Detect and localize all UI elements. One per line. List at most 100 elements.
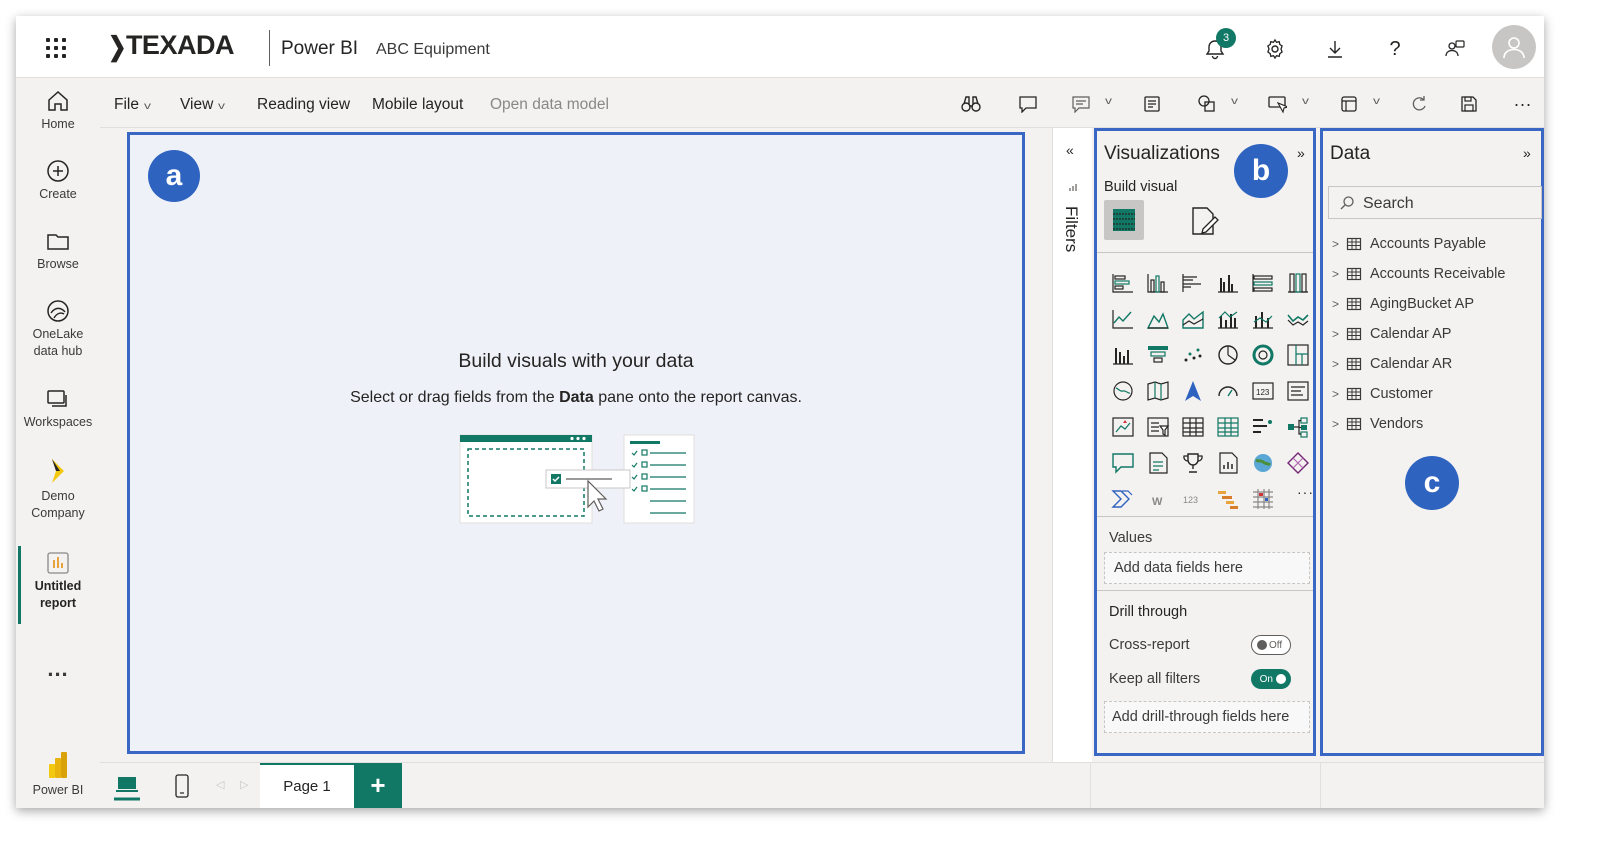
- chevron-right-icon[interactable]: >: [1332, 387, 1346, 401]
- report-canvas[interactable]: a Build visuals with your data Select or…: [127, 132, 1025, 754]
- chevron-down-icon[interactable]: v: [1373, 96, 1380, 107]
- treemap-icon[interactable]: [1280, 343, 1315, 367]
- ribbon-chart-icon[interactable]: [1245, 307, 1280, 331]
- build-visual-tab[interactable]: [1104, 200, 1144, 240]
- nav-untitled-report[interactable]: Untitled report: [16, 550, 100, 612]
- search-input[interactable]: Search: [1363, 195, 1414, 213]
- key-influencers-icon[interactable]: [1245, 415, 1280, 439]
- collapse-chevrons-icon[interactable]: »: [1523, 145, 1531, 161]
- chevron-right-icon[interactable]: >: [1332, 267, 1346, 281]
- pie-icon[interactable]: [1210, 343, 1245, 367]
- search-box[interactable]: Search: [1328, 186, 1542, 219]
- cross-report-toggle[interactable]: Off: [1251, 635, 1291, 655]
- slicer-icon[interactable]: [1140, 415, 1175, 439]
- 100-column-icon[interactable]: [1280, 271, 1315, 295]
- more-options-button[interactable]: ...: [1514, 90, 1532, 111]
- app-launcher-icon[interactable]: [46, 38, 66, 58]
- table-item[interactable]: > AgingBucket AP: [1332, 296, 1474, 312]
- donut-icon[interactable]: [1245, 343, 1280, 367]
- reading-view-button[interactable]: Reading view: [257, 96, 350, 114]
- table-item[interactable]: > Calendar AR: [1332, 356, 1452, 372]
- line-chart-icon[interactable]: [1105, 307, 1140, 331]
- previous-page-icon[interactable]: ◁: [216, 778, 224, 791]
- chevron-right-icon[interactable]: >: [1332, 357, 1346, 371]
- open-data-model-button[interactable]: Open data model: [490, 96, 609, 114]
- area-chart-icon[interactable]: [1140, 307, 1175, 331]
- keep-all-filters-toggle[interactable]: On: [1251, 669, 1291, 689]
- nav-create[interactable]: Create: [16, 158, 100, 203]
- number-card-icon[interactable]: 123: [1175, 487, 1210, 511]
- table-item[interactable]: > Vendors: [1332, 416, 1423, 432]
- file-menu[interactable]: File v: [114, 96, 151, 114]
- collapse-chevrons-icon[interactable]: »: [1297, 145, 1305, 161]
- download-icon[interactable]: [1322, 36, 1348, 62]
- matrix-icon[interactable]: [1210, 415, 1245, 439]
- help-icon[interactable]: ?: [1382, 36, 1408, 62]
- goals-icon[interactable]: [1175, 451, 1210, 475]
- visual-layout-icon[interactable]: [1338, 93, 1360, 115]
- chevron-down-icon[interactable]: v: [1105, 96, 1112, 107]
- nav-browse[interactable]: Browse: [16, 228, 100, 273]
- add-page-button[interactable]: +: [354, 763, 402, 808]
- view-menu[interactable]: View v: [180, 96, 225, 114]
- feedback-icon[interactable]: [1442, 36, 1468, 62]
- shapes-icon[interactable]: [1196, 93, 1218, 115]
- 100-bar-icon[interactable]: [1245, 271, 1280, 295]
- nav-demo-company[interactable]: Demo Company: [16, 456, 100, 522]
- settings-gear-icon[interactable]: [1262, 36, 1288, 62]
- clustered-bar-icon[interactable]: [1175, 271, 1210, 295]
- line-column-icon[interactable]: [1210, 307, 1245, 331]
- arcgis-icon[interactable]: [1245, 451, 1280, 475]
- comment-icon[interactable]: [1017, 93, 1039, 115]
- notifications-icon[interactable]: 3: [1202, 28, 1236, 62]
- multi-row-card-icon[interactable]: [1280, 379, 1315, 403]
- nav-home[interactable]: Home: [16, 88, 100, 133]
- kpi-icon[interactable]: [1105, 415, 1140, 439]
- app-name[interactable]: Power BI: [281, 38, 358, 60]
- stacked-area-icon[interactable]: [1175, 307, 1210, 331]
- buttons-icon[interactable]: [1266, 93, 1288, 115]
- report-page-icon[interactable]: [1210, 451, 1245, 475]
- chevron-down-icon[interactable]: v: [1231, 96, 1238, 107]
- waterfall-icon[interactable]: [1280, 307, 1315, 331]
- more-visuals-button[interactable]: ···: [1297, 484, 1314, 500]
- azure-map-icon[interactable]: [1175, 379, 1210, 403]
- next-page-icon[interactable]: ▷: [240, 778, 248, 791]
- clustered-column-icon[interactable]: [1210, 271, 1245, 295]
- expand-chevrons-icon[interactable]: «: [1066, 142, 1074, 158]
- stacked-column-icon[interactable]: [1140, 271, 1175, 295]
- chevron-right-icon[interactable]: >: [1332, 297, 1346, 311]
- page-tab[interactable]: Page 1: [260, 763, 354, 808]
- workspace-name[interactable]: ABC Equipment: [376, 41, 490, 59]
- decomposition-tree-icon[interactable]: [1280, 415, 1315, 439]
- narrative-icon[interactable]: W: [1140, 487, 1175, 511]
- nav-powerbi-home[interactable]: Power BI: [16, 750, 100, 799]
- stacked-bar-icon[interactable]: [1105, 271, 1140, 295]
- gantt-icon[interactable]: [1210, 487, 1245, 511]
- gauge-icon[interactable]: [1210, 379, 1245, 403]
- values-drop-zone[interactable]: Add data fields here: [1104, 552, 1310, 584]
- card-icon[interactable]: 123: [1245, 379, 1280, 403]
- save-icon[interactable]: [1458, 93, 1480, 115]
- table-item[interactable]: > Customer: [1332, 386, 1433, 402]
- qa-icon[interactable]: [1105, 451, 1140, 475]
- chevron-right-icon[interactable]: >: [1332, 417, 1346, 431]
- table-icon[interactable]: [1175, 415, 1210, 439]
- desktop-view-button[interactable]: [114, 773, 140, 806]
- drill-through-drop-zone[interactable]: Add drill-through fields here: [1104, 701, 1310, 733]
- scatter-icon[interactable]: [1175, 343, 1210, 367]
- smart-narrative-icon[interactable]: [1070, 93, 1092, 115]
- nav-more-button[interactable]: ...: [16, 658, 100, 680]
- text-box-icon[interactable]: [1141, 93, 1163, 115]
- table-item[interactable]: > Accounts Receivable: [1332, 266, 1505, 282]
- refresh-icon[interactable]: [1408, 93, 1430, 115]
- nav-workspaces[interactable]: Workspaces: [16, 386, 100, 431]
- funnel-bars-icon[interactable]: [1105, 343, 1140, 367]
- heatmap-grid-icon[interactable]: [1245, 487, 1280, 511]
- table-item[interactable]: > Accounts Payable: [1332, 236, 1486, 252]
- funnel-icon[interactable]: [1140, 343, 1175, 367]
- power-apps-icon[interactable]: [1280, 451, 1315, 475]
- chevron-right-icon[interactable]: >: [1332, 327, 1346, 341]
- user-avatar[interactable]: [1492, 25, 1536, 69]
- table-item[interactable]: > Calendar AP: [1332, 326, 1451, 342]
